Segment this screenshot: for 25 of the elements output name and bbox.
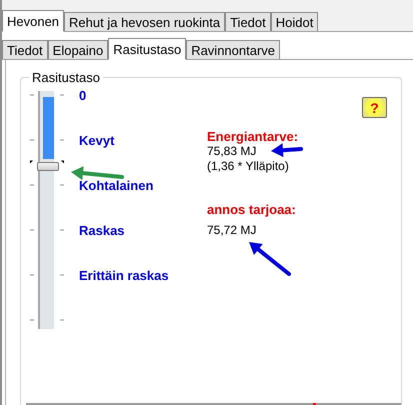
tab[interactable]: Ravinnontarve xyxy=(186,40,280,59)
energy-need-note: (1,36 * Ylläpito) xyxy=(207,159,289,174)
slider-thumb[interactable] xyxy=(37,162,59,171)
tab[interactable]: Tiedot xyxy=(225,12,271,31)
arrow-drawing xyxy=(249,242,291,276)
tab[interactable]: Rasitustaso xyxy=(108,38,186,60)
help-button[interactable]: ? xyxy=(362,97,387,118)
group-title: Rasitustaso xyxy=(31,70,101,85)
arrow-drawing xyxy=(271,143,303,158)
tab[interactable]: Elopaino xyxy=(48,40,108,59)
arrow-drawing xyxy=(71,166,124,180)
slider[interactable] xyxy=(37,91,61,329)
ration-value: 75,72 MJ xyxy=(207,223,256,238)
tab[interactable]: Hevonen xyxy=(2,10,64,32)
energy-need-heading: Energiantarve: xyxy=(207,129,298,144)
level-label: Kevyt xyxy=(79,134,114,148)
level-label: Kohtalainen xyxy=(79,179,154,193)
tab[interactable]: Tiedot xyxy=(2,40,48,59)
tab[interactable]: Rehut ja hevosen ruokinta xyxy=(64,12,226,31)
level-label: Erittäin raskas xyxy=(79,269,169,283)
tab[interactable]: Hoidot xyxy=(270,12,318,31)
level-label: Raskas xyxy=(79,224,125,238)
energy-need-value: 75,83 MJ xyxy=(207,144,256,159)
level-label: 0 xyxy=(79,89,86,103)
ration-heading: annos tarjoaa: xyxy=(207,202,296,217)
